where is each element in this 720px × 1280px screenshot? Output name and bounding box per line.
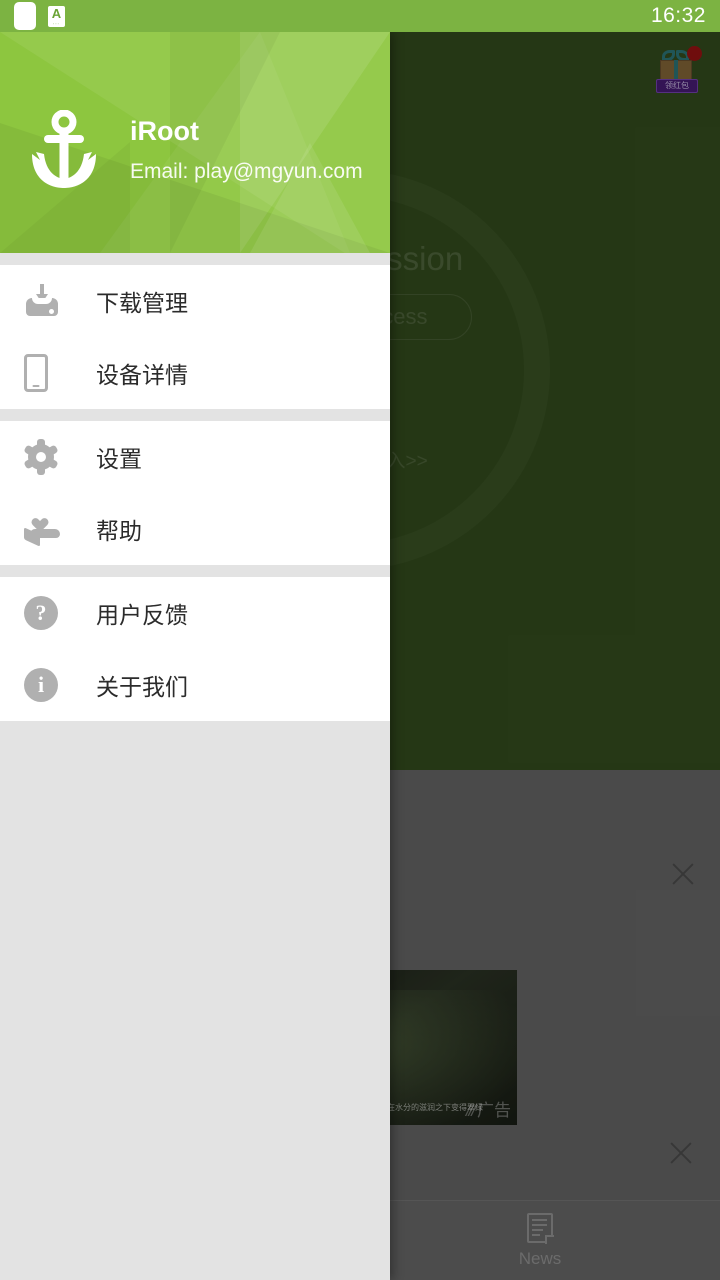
drawer-item-label: 下载管理 [96,290,188,316]
hand-heart-icon [24,513,70,547]
drawer-item-label: 关于我们 [96,674,188,700]
drawer-profile-header[interactable]: iRoot Email: play@mgyun.com [0,32,390,253]
drawer-item-label: 设备详情 [96,362,188,388]
drawer-item-download-manager[interactable]: 下载管理 [0,265,390,337]
drawer-group-1: 下载管理 设备详情 [0,265,390,409]
drawer-group-3: ? 用户反馈 i 关于我们 [0,577,390,721]
white-rounded-icon [14,2,36,30]
drawer-item-device-details[interactable]: 设备详情 [0,337,390,409]
question-circle-icon: ? [24,596,70,630]
navigation-drawer: iRoot Email: play@mgyun.com 下载管理 设备详情 设置… [0,32,390,1280]
drawer-item-label: 设置 [96,446,142,472]
drawer-divider [0,253,390,265]
profile-name: iRoot [130,116,199,146]
drawer-item-label: 用户反馈 [96,602,188,628]
anchor-icon [24,109,104,192]
info-circle-icon: i [24,668,70,702]
drawer-empty-area [0,721,390,1241]
drawer-item-label: 帮助 [96,518,142,544]
drawer-divider [0,409,390,421]
download-inbox-icon [24,284,70,318]
status-bar-time: 16:32 [650,4,706,27]
a-badge-icon: A ··· [48,5,65,27]
drawer-group-2: 设置 帮助 [0,421,390,565]
phone-icon [24,354,70,392]
drawer-item-about-us[interactable]: i 关于我们 [0,649,390,721]
a-badge-text: A [51,5,62,21]
drawer-item-settings[interactable]: 设置 [0,421,390,493]
gear-icon [23,439,70,475]
status-bar: A ··· 16:32 [0,0,720,32]
drawer-item-help[interactable]: 帮助 [0,493,390,565]
app-screen: 领红包 3010 Permission Access 的, 点击进入>> 嫁给了… [0,0,720,1280]
drawer-divider [0,565,390,577]
profile-email: Email: play@mgyun.com [130,160,363,183]
drawer-item-user-feedback[interactable]: ? 用户反馈 [0,577,390,649]
